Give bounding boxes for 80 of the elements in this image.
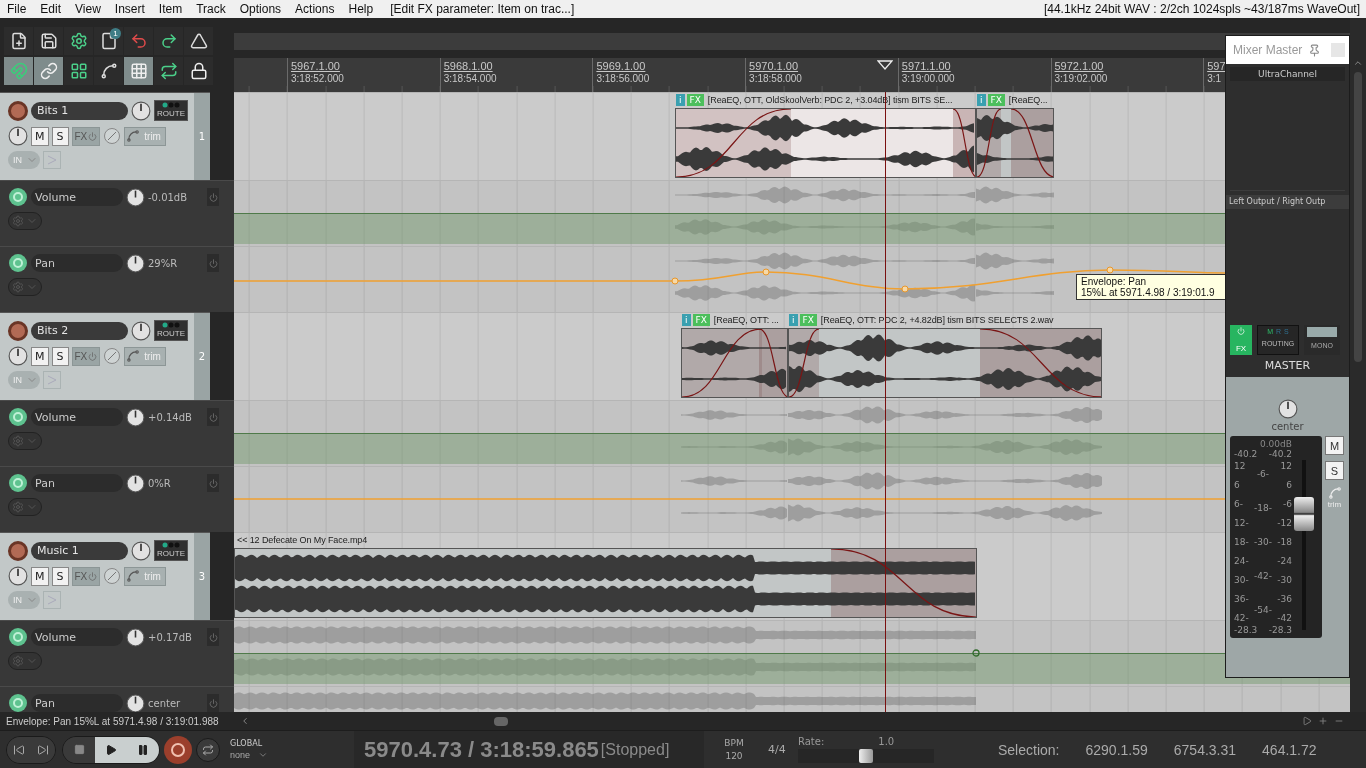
position-display: 5970.4.73 / 3:18:59.865 bbox=[364, 736, 599, 763]
meter-scale-label: 12 bbox=[1280, 461, 1292, 471]
envelope-name: Pan bbox=[31, 254, 123, 272]
meter-scale-label: -30 bbox=[1277, 575, 1292, 585]
time-label: 3:18:54.000 bbox=[443, 73, 497, 85]
meter-scale-label: -42 bbox=[1277, 613, 1292, 623]
item-label: << 12 Defecate On My Face.mp4 bbox=[237, 535, 368, 545]
meter-scale-label: 6 bbox=[1234, 480, 1240, 490]
envelope-value: +0.17dB bbox=[148, 631, 193, 643]
item-label: [ReaEQ, OTT: ... bbox=[713, 315, 779, 325]
audio-status: [44.1kHz 24bit WAV : 2/2ch 1024spls ~43/187ms WaveOut] bbox=[1043, 2, 1361, 16]
meter-scale-label: -36 bbox=[1277, 594, 1292, 604]
envelope-value: 0%R bbox=[148, 477, 172, 489]
envelope-name: Pan bbox=[31, 694, 123, 712]
meter-scale-label: 12 bbox=[1234, 461, 1246, 471]
item-label: [ReaEQ... bbox=[1008, 95, 1048, 105]
peak-hold-value: -40.2 bbox=[1234, 449, 1258, 459]
time-label: 3:1 bbox=[1207, 73, 1223, 85]
meter-scale-label: -18- bbox=[1254, 503, 1272, 513]
peak-value: -28.3 bbox=[1234, 625, 1258, 635]
meter-scale-label: -18 bbox=[1277, 537, 1292, 547]
bar-label: 5971.1.00 bbox=[901, 60, 952, 73]
window-title: [Edit FX parameter: Item on trac...] bbox=[390, 2, 575, 16]
status-text: Envelope: Pan 15%L at 5971.4.98 / 3:19:01.988 bbox=[5, 715, 220, 727]
peak-hold-value: -40.2 bbox=[1268, 449, 1292, 459]
selection-value: 464.1.72 bbox=[1262, 741, 1317, 758]
count-badge: 1 bbox=[110, 28, 121, 39]
envelope-name: Pan bbox=[31, 474, 123, 492]
meter-scale-label: 24- bbox=[1234, 556, 1249, 566]
envelope-name: Volume bbox=[31, 408, 123, 426]
envelope-value: -0.01dB bbox=[148, 191, 189, 203]
meter-scale-label: -24 bbox=[1277, 556, 1292, 566]
meter-scale-label: -6- bbox=[1256, 469, 1270, 479]
time-label: 3:19:02.000 bbox=[1054, 73, 1108, 85]
meter-scale-label: 42- bbox=[1234, 613, 1249, 623]
meter-scale-label: -54- bbox=[1254, 605, 1272, 615]
transport-state: [Stopped] bbox=[600, 740, 670, 759]
meter-scale-label: 6 bbox=[1286, 480, 1292, 490]
automation-mode-label: GLOBAL bbox=[230, 739, 264, 748]
time-label: 3:18:58.000 bbox=[749, 73, 802, 85]
track-number: 2 bbox=[198, 351, 206, 362]
meter-scale-label: 18- bbox=[1234, 537, 1249, 547]
bar-label: 5969.1.00 bbox=[596, 60, 647, 73]
meter-scale-label: 6- bbox=[1234, 499, 1243, 509]
panel-title: Mixer Master bbox=[1233, 43, 1303, 57]
bar-label: 5972.1.00 bbox=[1054, 60, 1105, 73]
track-number: 1 bbox=[198, 131, 206, 142]
meter-scale-label: -6 bbox=[1283, 499, 1292, 509]
fx-chain-title: UltraChannel bbox=[1230, 67, 1345, 81]
envelope-value: center bbox=[148, 697, 182, 709]
selection-value: 6754.3.31 bbox=[1173, 741, 1237, 758]
bpm-label: BPM bbox=[724, 738, 744, 748]
bar-label: 5968.1.00 bbox=[443, 60, 494, 73]
time-label: 3:18:56.000 bbox=[596, 73, 650, 85]
meter-scale-label: 36- bbox=[1234, 594, 1249, 604]
meter-scale-label: -42- bbox=[1254, 571, 1272, 581]
tooltip-title: Envelope: Pan bbox=[1081, 276, 1147, 287]
time-label: 3:19:00.000 bbox=[901, 73, 955, 85]
selection-label: Selection: bbox=[998, 741, 1060, 758]
peak-readout: 0.00dB bbox=[1259, 439, 1293, 449]
envelope-name: Volume bbox=[31, 188, 123, 206]
channel-name: MASTER bbox=[1263, 359, 1312, 372]
bar-label: 597 bbox=[1207, 60, 1226, 73]
tooltip-text: 15%L at 5971.4.98 / 3:19:01.9 bbox=[1081, 287, 1216, 298]
envelope-value: 29%R bbox=[148, 257, 179, 269]
rate-label: Rate: bbox=[798, 736, 825, 747]
meter-scale-label: -12 bbox=[1277, 518, 1292, 528]
track-number: 3 bbox=[198, 571, 206, 582]
peak-value: -28.3 bbox=[1268, 625, 1292, 635]
pan-value: center bbox=[1271, 421, 1304, 432]
meter-scale-label: 30- bbox=[1234, 575, 1249, 585]
time-label: 3:18:52.000 bbox=[291, 73, 344, 85]
meter-scale-label: -30- bbox=[1254, 537, 1272, 547]
rate-value: 1.0 bbox=[878, 736, 895, 747]
envelope-name: Volume bbox=[31, 628, 123, 646]
bar-label: 5967.1.00 bbox=[291, 60, 341, 73]
meter-scale-label: 12- bbox=[1234, 518, 1249, 528]
bar-label: 5970.1.00 bbox=[749, 60, 800, 73]
envelope-value: +0.14dB bbox=[148, 411, 193, 423]
selection-value: 6290.1.59 bbox=[1085, 741, 1148, 758]
